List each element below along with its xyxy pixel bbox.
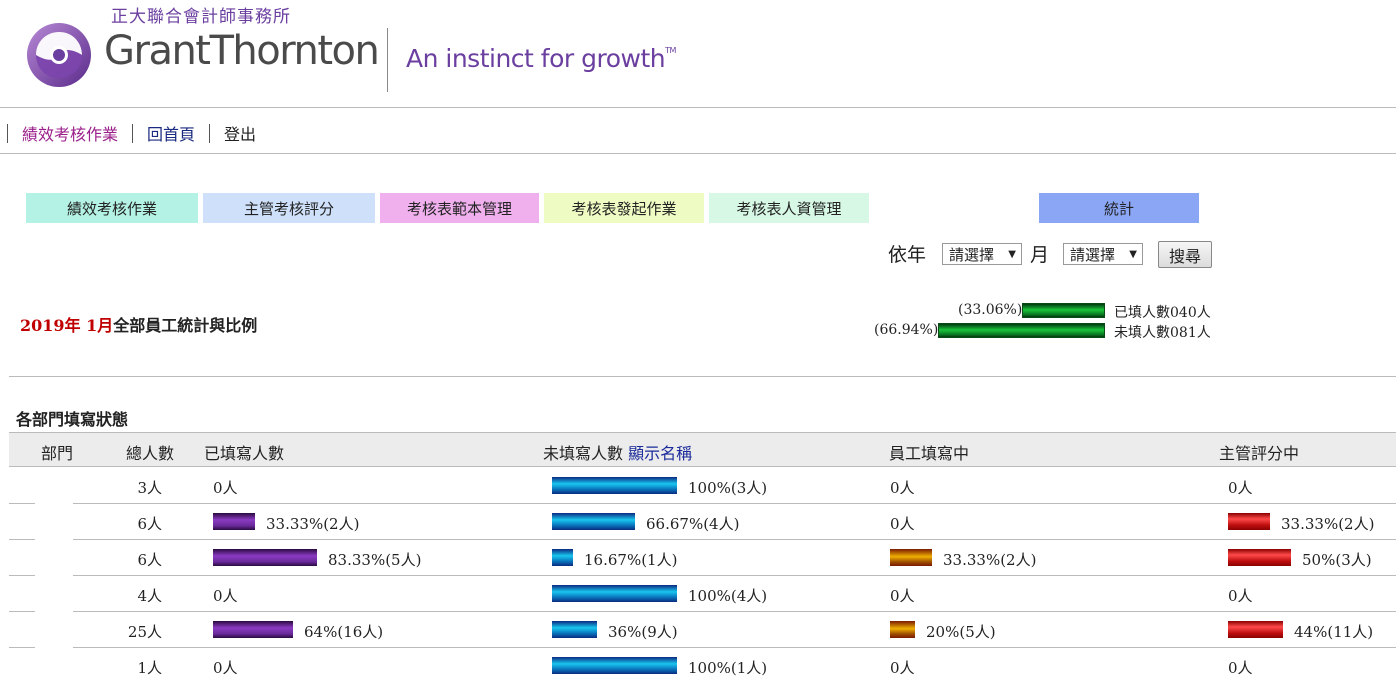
filled-value: 33.33%(2人) xyxy=(266,515,360,533)
month-filter-label: 月 xyxy=(1030,244,1050,266)
col-header-employee-filling: 員工填寫中 xyxy=(889,444,970,463)
manager-scoring-bar xyxy=(1228,549,1291,566)
func-performance-review-button[interactable]: 績效考核作業 xyxy=(26,193,198,223)
manager-scoring-value: 0人 xyxy=(1228,479,1253,497)
manager-scoring-value: 0人 xyxy=(1228,587,1253,605)
employee-filling-value: 20%(5人) xyxy=(926,623,996,641)
employee-filling-bar xyxy=(890,549,932,566)
dropdown-arrow-icon: ▼ xyxy=(1129,249,1137,260)
filled-bar xyxy=(213,513,255,530)
employee-filling-bar xyxy=(890,621,915,638)
employee-filling-value: 0人 xyxy=(890,587,915,605)
brand-tagline: An instinct for growthTM xyxy=(406,44,676,73)
func-hr-management-button[interactable]: 考核表人資管理 xyxy=(709,193,869,223)
nav-performance-review[interactable]: 績效考核作業 xyxy=(8,121,132,145)
summary-title-text: 全部員工統計與比例 xyxy=(113,316,258,335)
unfilled-summary-bar xyxy=(938,323,1105,338)
nav-home[interactable]: 回首頁 xyxy=(133,121,209,145)
unfilled-bar xyxy=(552,513,635,530)
filled-bar xyxy=(213,621,293,638)
unfilled-bar xyxy=(552,657,677,674)
unfilled-value: 100%(3人) xyxy=(688,479,768,497)
employee-filling-value: 33.33%(2人) xyxy=(943,551,1037,569)
year-select[interactable]: 請選擇 ▼ xyxy=(942,243,1022,265)
col-header-unfilled: 未填寫人數 顯示名稱 xyxy=(543,444,693,463)
total-count-cell: 6人 xyxy=(137,515,162,533)
filled-value: 0人 xyxy=(213,659,238,677)
dept-cell-line xyxy=(9,503,35,504)
unfilled-value: 66.67%(4人) xyxy=(646,515,740,533)
employee-filling-value: 0人 xyxy=(890,479,915,497)
unfilled-value: 16.67%(1人) xyxy=(584,551,678,569)
total-count-cell: 6人 xyxy=(137,551,162,569)
unfilled-count-label: 未填人數081人 xyxy=(1114,325,1211,341)
header-divider xyxy=(387,28,388,92)
filled-summary-bar xyxy=(1022,303,1105,318)
func-statistics-button[interactable]: 統計 xyxy=(1039,193,1199,223)
top-navigation: 績效考核作業 回首頁 登出 xyxy=(7,121,270,145)
unfilled-bar xyxy=(552,621,597,638)
show-names-link[interactable]: 顯示名稱 xyxy=(628,444,692,463)
col-header-filled: 已填寫人數 xyxy=(204,444,285,463)
filled-value: 64%(16人) xyxy=(304,623,384,641)
filled-value: 0人 xyxy=(213,587,238,605)
unfilled-value: 36%(9人) xyxy=(608,623,678,641)
total-count-cell: 25人 xyxy=(127,623,162,641)
manager-scoring-value: 44%(11人) xyxy=(1294,623,1374,641)
filled-percentage: (33.06%) xyxy=(958,302,1023,318)
col-header-dept: 部門 xyxy=(41,444,74,463)
func-template-management-button[interactable]: 考核表範本管理 xyxy=(380,193,539,223)
manager-scoring-bar xyxy=(1228,621,1283,638)
dept-cell-line xyxy=(9,611,35,612)
col-header-total: 總人數 xyxy=(126,444,175,463)
dept-cell-line xyxy=(9,647,35,648)
grant-thornton-logo-icon xyxy=(27,23,91,87)
dept-cell-line xyxy=(9,575,35,576)
unfilled-bar xyxy=(552,585,677,602)
manager-scoring-value: 50%(3人) xyxy=(1302,551,1372,569)
year-filter-label: 依年 xyxy=(888,244,927,266)
manager-scoring-bar xyxy=(1228,513,1270,530)
nav-divider-line xyxy=(0,153,1396,154)
page-header: 正大聯合會計師事務所 GrantThornton An instinct for… xyxy=(0,0,1396,107)
total-count-cell: 3人 xyxy=(137,479,162,497)
filled-count-label: 已填人數040人 xyxy=(1114,305,1211,321)
unfilled-value: 100%(1人) xyxy=(688,659,768,677)
row-divider xyxy=(73,503,1396,504)
unfilled-percentage: (66.94%) xyxy=(874,322,939,338)
month-select-value: 請選擇 xyxy=(1070,245,1116,264)
header-divider-line xyxy=(0,107,1396,108)
unfilled-bar xyxy=(552,477,677,494)
employee-filling-value: 0人 xyxy=(890,515,915,533)
filled-value: 0人 xyxy=(213,479,238,497)
dept-section-title: 各部門填寫狀態 xyxy=(16,410,129,429)
row-divider xyxy=(73,611,1396,612)
func-form-initiation-button[interactable]: 考核表發起作業 xyxy=(544,193,704,223)
row-divider xyxy=(73,575,1396,576)
summary-title-date: 2019年 1月 xyxy=(20,316,114,335)
row-divider xyxy=(73,647,1396,648)
dept-cell-line xyxy=(9,539,35,540)
summary-divider-line xyxy=(9,376,1396,377)
employee-filling-value: 0人 xyxy=(890,659,915,677)
manager-scoring-value: 33.33%(2人) xyxy=(1281,515,1375,533)
manager-scoring-value: 0人 xyxy=(1228,659,1253,677)
unfilled-value: 100%(4人) xyxy=(688,587,768,605)
month-select[interactable]: 請選擇 ▼ xyxy=(1063,243,1143,265)
dropdown-arrow-icon: ▼ xyxy=(1008,249,1016,260)
total-count-cell: 1人 xyxy=(137,659,162,677)
filled-value: 83.33%(5人) xyxy=(328,551,422,569)
summary-title: 2019年 1月全部員工統計與比例 xyxy=(20,312,257,336)
row-divider xyxy=(73,539,1396,540)
nav-logout[interactable]: 登出 xyxy=(210,121,270,145)
func-manager-scoring-button[interactable]: 主管考核評分 xyxy=(203,193,375,223)
search-button[interactable]: 搜尋 xyxy=(1158,241,1212,268)
filled-bar xyxy=(213,549,317,566)
firm-chinese-name: 正大聯合會計師事務所 xyxy=(111,7,291,27)
total-count-cell: 4人 xyxy=(137,587,162,605)
unfilled-bar xyxy=(552,549,573,566)
brand-name: GrantThornton xyxy=(104,28,380,74)
year-select-value: 請選擇 xyxy=(949,245,995,264)
col-header-manager-scoring: 主管評分中 xyxy=(1219,444,1300,463)
